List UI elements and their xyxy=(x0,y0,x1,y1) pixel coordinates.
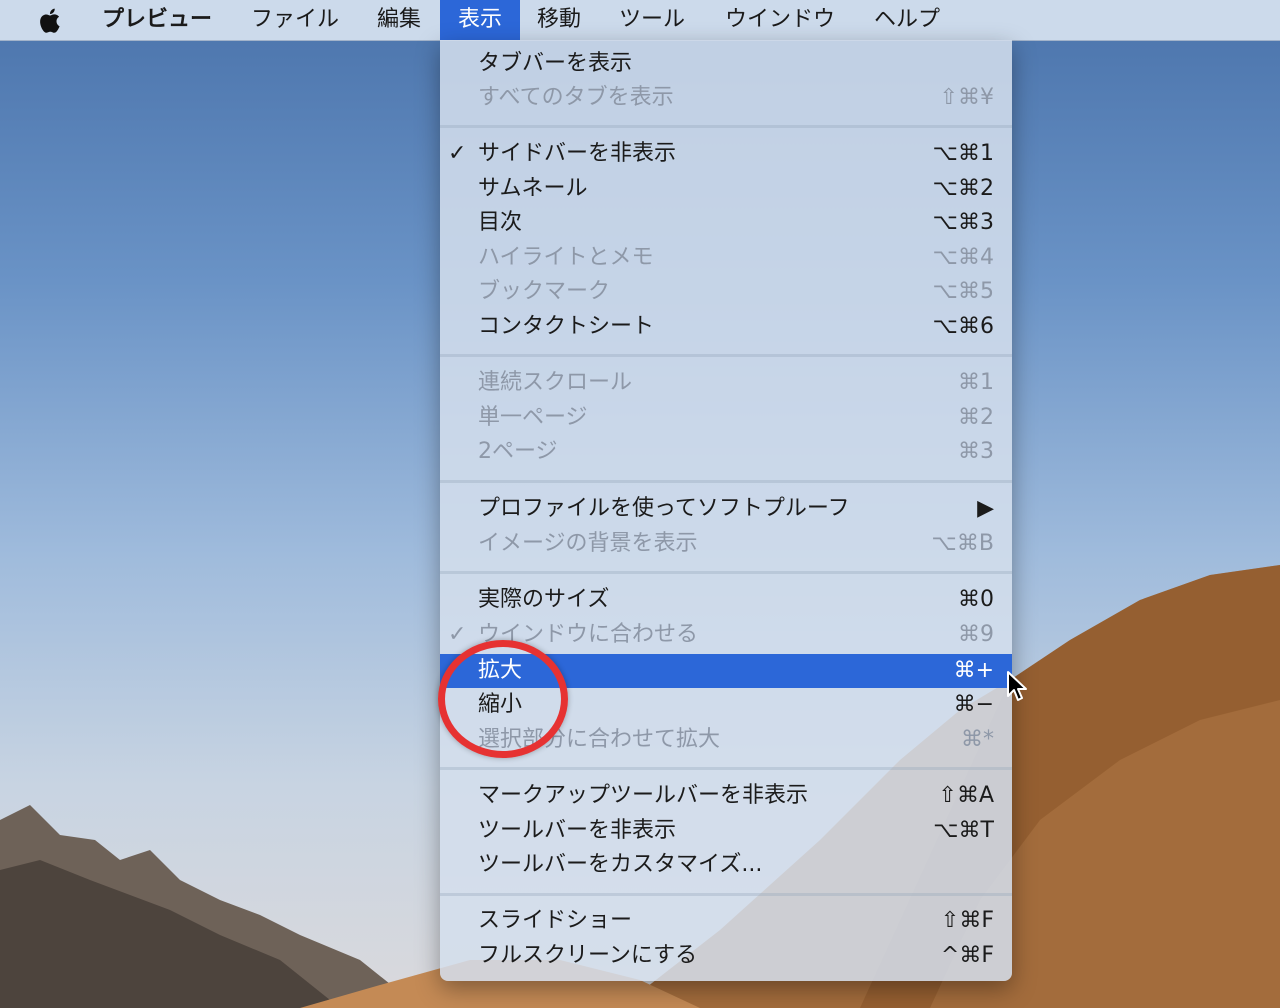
menu-item-two-pages[interactable]: 2ページ ⌘3 xyxy=(440,435,1012,469)
shortcut-label: ⌘+ xyxy=(953,658,994,683)
shortcut-label: ⌘9 xyxy=(958,622,994,647)
menu-window[interactable]: ウインドウ xyxy=(708,0,852,40)
shortcut-label: ⌘3 xyxy=(958,439,994,464)
shortcut-label: ⇧⌘F xyxy=(940,908,994,933)
menu-item-hide-toolbar[interactable]: ツールバーを非表示 ⌥⌘T xyxy=(440,814,1012,848)
menu-go[interactable]: 移動 xyxy=(522,0,596,40)
menu-item-enter-full-screen[interactable]: フルスクリーンにする ^⌘F xyxy=(440,939,1012,973)
menu-item-continuous-scroll[interactable]: 連続スクロール ⌘1 xyxy=(440,366,1012,400)
menu-preview[interactable]: プレビュー xyxy=(88,0,226,40)
shortcut-label: ⌥⌘5 xyxy=(932,279,994,304)
menu-item-thumbnails[interactable]: サムネール ⌥⌘2 xyxy=(440,172,1012,206)
menu-separator xyxy=(440,125,1012,128)
menu-separator xyxy=(440,480,1012,483)
menu-item-show-all-tabs[interactable]: すべてのタブを表示 ⇧⌘¥ xyxy=(440,81,1012,115)
menu-item-show-tab-bar[interactable]: タブバーを表示 xyxy=(440,47,1012,81)
shortcut-label: ⌥⌘B xyxy=(931,531,994,556)
menu-tools[interactable]: ツール xyxy=(604,0,700,40)
shortcut-label: ⌥⌘T xyxy=(933,818,994,843)
menu-separator xyxy=(440,354,1012,357)
shortcut-label: ⇧⌘A xyxy=(938,783,994,808)
mouse-pointer-icon xyxy=(1007,671,1027,701)
menu-separator xyxy=(440,767,1012,770)
shortcut-label: ⇧⌘¥ xyxy=(939,85,994,110)
shortcut-label: ⌘* xyxy=(961,727,994,752)
shortcut-label: ⌥⌘2 xyxy=(932,176,994,201)
menu-view[interactable]: 表示 xyxy=(440,0,520,40)
menu-help[interactable]: ヘルプ xyxy=(860,0,954,40)
checkmark-icon: ✓ xyxy=(448,141,467,166)
shortcut-label: ⌥⌘1 xyxy=(932,141,994,166)
red-annotation-circle xyxy=(438,640,568,758)
menu-item-table-of-contents[interactable]: 目次 ⌥⌘3 xyxy=(440,206,1012,240)
menu-item-soft-proof[interactable]: プロファイルを使ってソフトプルーフ ▶ xyxy=(440,492,1012,526)
menu-item-hide-sidebar[interactable]: ✓ サイドバーを非表示 ⌥⌘1 xyxy=(440,137,1012,171)
menu-item-single-page[interactable]: 単一ページ ⌘2 xyxy=(440,401,1012,435)
shortcut-label: ⌥⌘4 xyxy=(932,245,994,270)
shortcut-label: ⌘1 xyxy=(958,370,994,395)
menu-item-actual-size[interactable]: 実際のサイズ ⌘0 xyxy=(440,583,1012,617)
menu-item-customize-toolbar[interactable]: ツールバーをカスタマイズ... xyxy=(440,848,1012,882)
menu-separator xyxy=(440,571,1012,574)
menu-separator xyxy=(440,893,1012,896)
menu-item-highlights-notes[interactable]: ハイライトとメモ ⌥⌘4 xyxy=(440,241,1012,275)
view-menu-dropdown: タブバーを表示 すべてのタブを表示 ⇧⌘¥ ✓ サイドバーを非表示 ⌥⌘1 サム… xyxy=(440,40,1012,981)
menu-item-slideshow[interactable]: スライドショー ⇧⌘F xyxy=(440,904,1012,938)
shortcut-label: ^⌘F xyxy=(940,943,994,968)
submenu-arrow-icon: ▶ xyxy=(977,496,994,521)
menu-edit[interactable]: 編集 xyxy=(362,0,436,40)
shortcut-label: ⌥⌘3 xyxy=(932,210,994,235)
checkmark-icon: ✓ xyxy=(448,622,467,647)
menu-item-image-background[interactable]: イメージの背景を表示 ⌥⌘B xyxy=(440,527,1012,561)
shortcut-label: ⌘0 xyxy=(958,587,994,612)
menu-item-hide-markup-toolbar[interactable]: マークアップツールバーを非表示 ⇧⌘A xyxy=(440,779,1012,813)
menu-item-contact-sheet[interactable]: コンタクトシート ⌥⌘6 xyxy=(440,310,1012,344)
menu-bar: プレビュー ファイル 編集 表示 移動 ツール ウインドウ ヘルプ xyxy=(0,0,1280,41)
shortcut-label: ⌥⌘6 xyxy=(932,314,994,339)
apple-logo-icon[interactable] xyxy=(38,7,64,34)
shortcut-label: ⌘2 xyxy=(958,405,994,430)
menu-item-bookmarks[interactable]: ブックマーク ⌥⌘5 xyxy=(440,275,1012,309)
shortcut-label: ⌘− xyxy=(953,692,994,717)
menu-file[interactable]: ファイル xyxy=(236,0,354,40)
